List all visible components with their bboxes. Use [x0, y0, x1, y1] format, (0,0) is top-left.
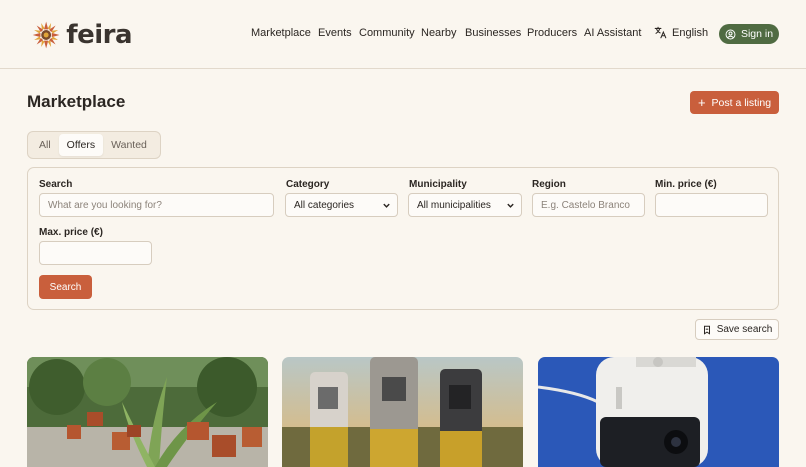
nav-ai-assistant[interactable]: AI Assistant [584, 27, 641, 39]
nav-producers[interactable]: Producers [527, 27, 577, 39]
tab-all[interactable]: All [31, 134, 59, 156]
category-label: Category [286, 179, 330, 190]
nav-community[interactable]: Community [359, 27, 415, 39]
listing-card-plants[interactable] [27, 357, 268, 467]
min-price-input[interactable] [655, 193, 768, 217]
municipality-select[interactable]: All municipalities [408, 193, 522, 217]
municipality-selected: All municipalities [417, 199, 491, 211]
tab-wanted[interactable]: Wanted [103, 134, 155, 156]
search-input[interactable] [39, 193, 274, 217]
min-price-label: Min. price (€) [655, 179, 717, 190]
tab-offers[interactable]: Offers [58, 134, 104, 156]
category-selected: All categories [294, 199, 355, 211]
page-title: Marketplace [27, 92, 126, 111]
sunburst-logo-icon [32, 21, 60, 49]
brand-name: feira [66, 20, 132, 50]
language-switcher[interactable]: English [654, 26, 708, 39]
language-label: English [672, 26, 709, 39]
max-price-label: Max. price (€) [39, 227, 103, 238]
sign-in-label: Sign in [740, 28, 774, 40]
bookmark-icon [703, 325, 710, 335]
save-search-button[interactable]: Save search [695, 319, 779, 340]
chevron-down-icon [507, 203, 514, 208]
user-circle-icon [725, 29, 736, 39]
municipality-label: Municipality [409, 179, 467, 190]
post-listing-label: Post a listing [711, 96, 772, 109]
plus-icon: + [697, 95, 706, 110]
nav-events[interactable]: Events [318, 27, 352, 39]
search-label: Search [39, 179, 73, 190]
listing-type-tabs: All Offers Wanted [27, 131, 161, 159]
site-header: feira Marketplace Events Community Nearb… [0, 0, 806, 69]
save-search-label: Save search [716, 324, 773, 335]
filters-panel: Search Category All categories Municipal… [27, 167, 779, 310]
logo[interactable]: feira [32, 14, 132, 56]
chevron-down-icon [383, 203, 390, 208]
sign-in-button[interactable]: Sign in [719, 24, 779, 44]
nav-businesses[interactable]: Businesses [465, 27, 521, 39]
post-listing-button[interactable]: + Post a listing [690, 91, 779, 114]
category-select[interactable]: All categories [285, 193, 398, 217]
search-button[interactable]: Search [39, 275, 92, 299]
region-input[interactable] [532, 193, 645, 217]
listing-image-oil-sprayers [282, 357, 523, 467]
nav-nearby[interactable]: Nearby [421, 27, 456, 39]
translate-icon [654, 26, 667, 39]
listing-card-camera[interactable] [538, 357, 779, 467]
listing-image-camera [538, 357, 779, 467]
nav-marketplace[interactable]: Marketplace [251, 27, 311, 39]
listing-image-plants [27, 357, 268, 467]
max-price-input[interactable] [39, 241, 152, 265]
listing-card-oil-sprayers[interactable] [282, 357, 523, 467]
region-label: Region [532, 179, 566, 190]
